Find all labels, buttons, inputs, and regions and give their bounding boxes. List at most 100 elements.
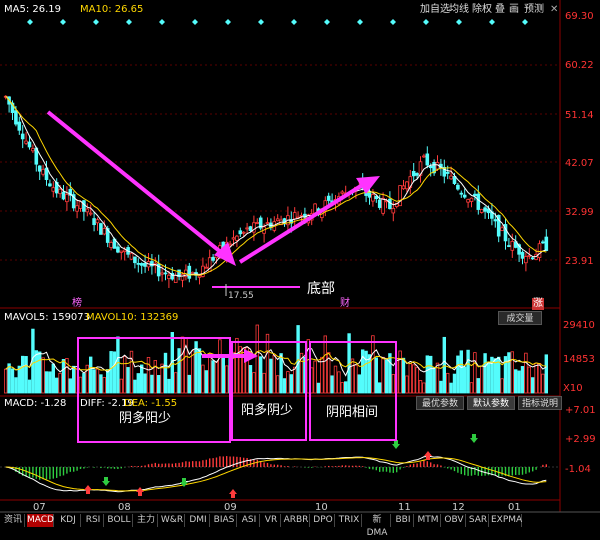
- volume-bar: [34, 350, 38, 394]
- volume-bar: [214, 361, 219, 394]
- volume-bar: [459, 350, 463, 394]
- volume-bar: [72, 365, 76, 394]
- candle-body: [129, 252, 134, 260]
- candle-body: [95, 219, 100, 224]
- close-icon[interactable]: ✕: [550, 3, 558, 17]
- volume-bar: [78, 376, 83, 394]
- indicator-tab-15[interactable]: 新DMA: [364, 514, 391, 538]
- candle-body: [391, 207, 396, 214]
- volume-bar: [524, 352, 528, 394]
- indicator-tab-20[interactable]: EXPMA: [491, 514, 522, 527]
- indicator-tab-3[interactable]: KDJ: [56, 514, 81, 527]
- candle-body: [235, 235, 239, 241]
- indicator-tab-9[interactable]: BIAS: [212, 514, 237, 527]
- event-marker[interactable]: 涨: [532, 298, 544, 310]
- volume-bar: [41, 357, 45, 394]
- indicator-tab-13[interactable]: DPO: [312, 514, 335, 527]
- candle-body: [24, 140, 28, 144]
- indicator-tab-16[interactable]: BBI: [393, 514, 414, 527]
- candle-body: [265, 222, 270, 224]
- volume-bar: [313, 360, 317, 394]
- indicator-tab-6[interactable]: 主力: [135, 514, 158, 527]
- volume-bar: [150, 374, 154, 394]
- adjust-button[interactable]: 除权: [472, 3, 492, 17]
- default-params-button[interactable]: 默认参数: [467, 396, 515, 410]
- volume-bar: [160, 363, 164, 394]
- month-label: 08: [118, 502, 131, 513]
- indicator-tab-4[interactable]: RSI: [83, 514, 104, 527]
- candle-body: [479, 208, 484, 213]
- volume-bar: [136, 373, 140, 394]
- volume-bar: [391, 374, 395, 394]
- indicator-help-button[interactable]: 指标说明: [518, 396, 562, 410]
- candle-body: [82, 200, 86, 212]
- volume-bar: [10, 368, 15, 394]
- draw-button[interactable]: 画: [509, 3, 519, 17]
- volume-bar: [221, 356, 225, 394]
- volume-bar: [330, 375, 334, 394]
- candle-body: [27, 141, 32, 148]
- indicator-tab-18[interactable]: OBV: [443, 514, 466, 527]
- volume-bar: [320, 356, 324, 394]
- volume-bar: [367, 354, 372, 394]
- indicator-tab-2[interactable]: MACD: [27, 514, 54, 527]
- volume-bar: [401, 357, 406, 394]
- month-label: 07: [33, 502, 46, 513]
- volume-bar: [469, 382, 474, 394]
- indicator-tab-8[interactable]: DMI: [187, 514, 210, 527]
- indicator-tab-7[interactable]: W&R: [160, 514, 185, 527]
- optimal-params-button[interactable]: 最优参数: [416, 396, 464, 410]
- candle-body: [41, 168, 45, 175]
- volume-tick: 14853: [563, 354, 595, 365]
- forecast-button[interactable]: 预测: [524, 3, 544, 17]
- indicator-tab-11[interactable]: VR: [262, 514, 281, 527]
- candle-body: [524, 256, 528, 264]
- volume-bar: [398, 350, 402, 394]
- volume-bar: [486, 361, 491, 394]
- volume-bar: [422, 382, 426, 394]
- candle-body: [473, 193, 477, 197]
- indicator-tab-19[interactable]: SAR: [468, 514, 489, 527]
- volume-bar: [405, 375, 409, 394]
- add-watchlist-button[interactable]: 加自选: [420, 3, 450, 17]
- volume-bar: [473, 352, 477, 394]
- price-tick: 23.91: [565, 256, 594, 267]
- indicator-tab-12[interactable]: ARBR: [283, 514, 310, 527]
- volume-bar: [289, 374, 293, 394]
- overlay-button[interactable]: 叠: [495, 3, 505, 17]
- event-marker[interactable]: 财: [340, 298, 350, 310]
- candle-body: [17, 121, 22, 131]
- month-label: 12: [452, 502, 465, 513]
- volume-bar: [354, 364, 358, 394]
- candle-body: [530, 257, 535, 260]
- volume-bar: [207, 353, 212, 394]
- volume-bar: [4, 368, 8, 394]
- volume-bar: [106, 369, 110, 394]
- volume-bar: [51, 363, 55, 394]
- indicator-tab-14[interactable]: TRIX: [337, 514, 362, 527]
- volume-bar: [510, 351, 514, 394]
- volume-bar: [95, 368, 100, 394]
- volume-bar: [544, 354, 548, 394]
- volume-bar: [24, 356, 28, 394]
- volume-bar: [7, 363, 11, 394]
- ma-button[interactable]: 均线: [449, 3, 469, 17]
- candle-body: [292, 212, 297, 220]
- macd-tick: +7.01: [565, 405, 596, 416]
- candle-body: [238, 230, 243, 235]
- indicator-tab-5[interactable]: BOLL: [106, 514, 133, 527]
- volume-bar: [20, 355, 25, 394]
- candle-body: [78, 201, 83, 209]
- event-marker[interactable]: 榜: [72, 298, 82, 310]
- indicator-tab-1[interactable]: 资讯: [2, 514, 25, 527]
- candle-body: [139, 263, 144, 266]
- indicator-tab-17[interactable]: MTM: [416, 514, 441, 527]
- volume-bar: [61, 358, 66, 394]
- candle-body: [143, 263, 147, 267]
- volume-badge[interactable]: 成交量: [498, 311, 542, 325]
- volume-bar: [462, 366, 467, 394]
- indicator-tab-10[interactable]: ASI: [239, 514, 260, 527]
- volume-bar: [139, 364, 144, 394]
- candle-body: [255, 222, 260, 224]
- volume-bar: [411, 364, 416, 394]
